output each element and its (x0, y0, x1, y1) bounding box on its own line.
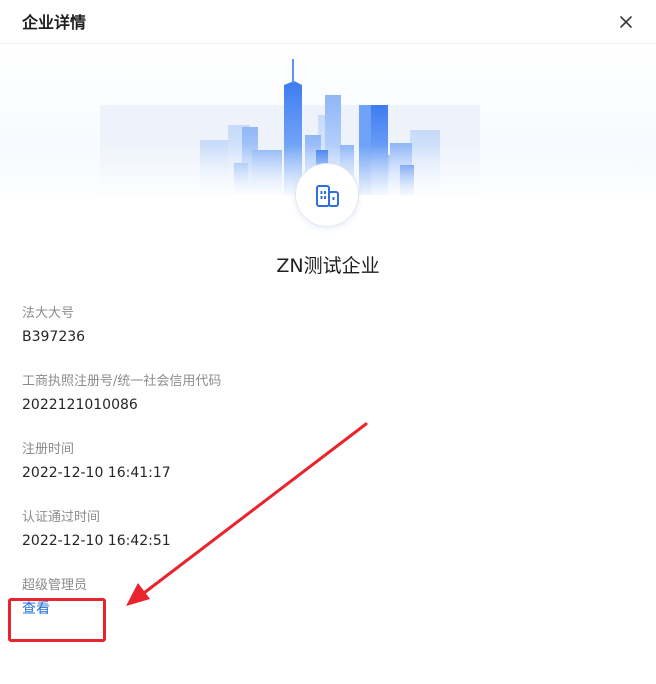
enterprise-detail-dialog: 企业详情 ZN测试企业 法大大号 B397236 工商执照注册号/统一社会信用代… (0, 0, 656, 684)
company-name: ZN测试企业 (276, 255, 380, 277)
field-value: 2022121010086 (22, 397, 138, 413)
field-value: 2022-12-10 16:41:17 (22, 465, 171, 481)
company-logo (295, 163, 359, 227)
field-verify-time: 认证通过时间 2022-12-10 16:42:51 (22, 509, 171, 551)
field-value: B397236 (22, 329, 86, 345)
field-register-time: 注册时间 2022-12-10 16:41:17 (22, 441, 171, 483)
field-label: 注册时间 (22, 442, 75, 457)
field-label: 工商执照注册号/统一社会信用代码 (22, 374, 222, 389)
field-label: 法大大号 (22, 306, 75, 321)
field-credit-code: 工商执照注册号/统一社会信用代码 2022121010086 (22, 373, 221, 415)
field-label: 认证通过时间 (22, 510, 101, 525)
field-value: 2022-12-10 16:42:51 (22, 533, 171, 549)
dialog-header: 企业详情 (0, 0, 656, 44)
building-icon (316, 185, 339, 207)
field-fadada-id: 法大大号 B397236 (22, 305, 85, 347)
close-icon[interactable] (618, 14, 634, 30)
field-label: 超级管理员 (22, 578, 88, 593)
dialog-title: 企业详情 (22, 13, 87, 32)
annotation-highlight-box (8, 598, 106, 642)
